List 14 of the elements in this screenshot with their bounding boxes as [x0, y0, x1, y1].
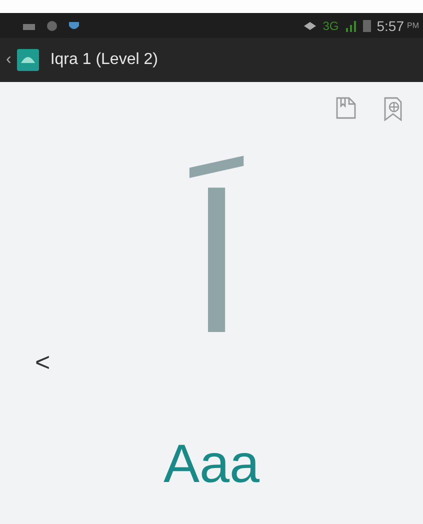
arabic-letter: اَ — [190, 154, 243, 379]
clock: 5:57 — [376, 18, 404, 34]
shield-icon — [68, 20, 80, 32]
bookmark-list-icon[interactable] — [335, 96, 357, 120]
app-logo-icon[interactable] — [17, 49, 40, 71]
transliteration: Aaa — [163, 433, 260, 496]
screen-title: Iqra 1 (Level 2) — [50, 51, 158, 69]
previous-button[interactable]: < — [35, 347, 50, 378]
back-button[interactable]: ‹ — [6, 51, 12, 69]
network-type: 3G — [322, 18, 339, 32]
battery-icon — [362, 19, 371, 32]
clock-period: PM — [407, 21, 419, 30]
signal-icon — [344, 20, 357, 32]
add-bookmark-icon[interactable] — [383, 96, 403, 122]
